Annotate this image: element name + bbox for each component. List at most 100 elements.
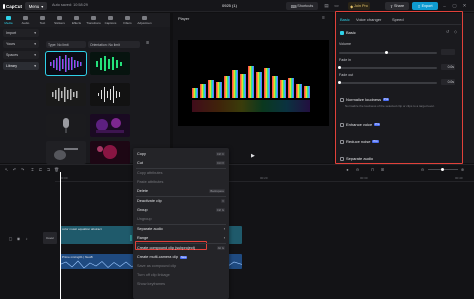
close-icon[interactable]: ✕ bbox=[461, 2, 468, 10]
video-preview[interactable] bbox=[178, 40, 329, 126]
zoom-out-icon[interactable]: ⊖ bbox=[420, 167, 425, 172]
sidebar-item-import[interactable]: Import ▾ bbox=[3, 29, 39, 37]
monitor-icon[interactable]: ▭ bbox=[333, 2, 340, 10]
keyboard-icon: ⌨ bbox=[290, 4, 297, 9]
media-thumb-6[interactable] bbox=[90, 114, 130, 137]
media-thumb-1[interactable] bbox=[45, 51, 87, 76]
upload-icon: ⇧ bbox=[417, 4, 421, 9]
sidebar-item-library[interactable]: Library ▾ bbox=[3, 62, 39, 70]
context-menu-item[interactable]: Copy Ctrl C bbox=[137, 151, 225, 157]
track-lock-icon[interactable]: ▢ bbox=[8, 236, 13, 241]
context-menu-item[interactable]: Deactivate clip V bbox=[137, 198, 225, 204]
cover-label: Cover bbox=[45, 236, 54, 240]
tool-media[interactable]: Media bbox=[0, 13, 17, 27]
context-menu-item-label: Cut bbox=[137, 161, 143, 165]
tool-filters[interactable]: Filters bbox=[119, 13, 136, 27]
context-menu-item[interactable]: Create compound clip (subproject) Alt G bbox=[137, 245, 225, 251]
magnet-icon[interactable]: ⊓ bbox=[370, 167, 375, 172]
tool-label: Effects bbox=[71, 20, 82, 25]
new-badge: New bbox=[180, 255, 188, 259]
menu-divider bbox=[136, 223, 226, 224]
sidebar-item-spaces[interactable]: Spaces ▾ bbox=[3, 51, 39, 59]
context-menu-item[interactable]: Create multi-camera clip New bbox=[137, 254, 225, 260]
chevron-right-icon: › bbox=[223, 227, 225, 231]
tool-stickers[interactable]: Stickers bbox=[51, 13, 68, 27]
tool-audio[interactable]: Audio bbox=[17, 13, 34, 27]
split-right-icon[interactable]: ⊐ bbox=[46, 167, 51, 172]
media-thumb-7[interactable] bbox=[46, 141, 86, 164]
select-tool-icon[interactable]: ↖ bbox=[4, 167, 9, 172]
context-menu-item[interactable]: Range › bbox=[137, 235, 225, 241]
tool-captions[interactable]: Captions bbox=[102, 13, 119, 27]
media-thumb-5[interactable] bbox=[46, 114, 86, 137]
microphone-thumb-icon bbox=[63, 118, 69, 133]
minimize-icon[interactable]: – bbox=[441, 2, 448, 10]
ruler-mark: 00:40 bbox=[455, 176, 463, 180]
context-menu-item: Turn off clip linkage bbox=[137, 272, 225, 278]
context-menu-item[interactable]: Cut Ctrl X bbox=[137, 160, 225, 166]
share-icon: ⇪ bbox=[389, 4, 394, 9]
ruler-mark: 00:00 bbox=[60, 176, 68, 180]
shortcuts-label: Shortcuts bbox=[297, 4, 314, 8]
context-menu-item[interactable]: Group Ctrl G bbox=[137, 207, 225, 213]
context-menu-item-label: Group bbox=[137, 208, 148, 212]
context-menu-item: Show keyframes bbox=[137, 281, 225, 287]
equalizer-preview-graphic bbox=[192, 66, 310, 112]
context-menu-item-label: Save as compound clip bbox=[137, 264, 177, 268]
context-menu-item: Save as compound clip bbox=[137, 263, 225, 269]
zoom-slider-knob[interactable] bbox=[441, 168, 444, 171]
layout-icon[interactable]: ▤ bbox=[323, 2, 330, 10]
context-menu-item-label: Copy bbox=[137, 152, 146, 156]
split-left-icon[interactable]: ⊏ bbox=[38, 167, 43, 172]
track-eye-icon[interactable]: ◉ bbox=[16, 236, 21, 241]
tool-label: Stickers bbox=[54, 20, 65, 25]
sidebar-item-yours[interactable]: Yours ▾ bbox=[3, 40, 39, 48]
context-menu-item[interactable]: Delete Backspace bbox=[137, 188, 225, 194]
context-menu-item[interactable]: Separate audio › bbox=[137, 226, 225, 232]
media-thumb-8[interactable] bbox=[90, 141, 130, 164]
undo-icon[interactable]: ↶ bbox=[12, 167, 17, 172]
green-wave-thumb-icon bbox=[96, 56, 122, 71]
autosave-status: Auto saved: 10:58:29 bbox=[52, 3, 88, 7]
maximize-icon[interactable]: ▢ bbox=[451, 2, 458, 10]
playhead[interactable] bbox=[60, 172, 61, 299]
media-thumb-2[interactable] bbox=[90, 52, 130, 75]
delete-icon[interactable]: 🗑 bbox=[54, 167, 59, 172]
media-thumb-3[interactable] bbox=[46, 83, 86, 106]
context-menu-item: Paste attributes bbox=[137, 179, 225, 185]
share-button[interactable]: ⇪ Share bbox=[385, 2, 409, 10]
redo-icon[interactable]: ↷ bbox=[20, 167, 25, 172]
cover-button[interactable]: Cover bbox=[43, 232, 57, 244]
join-pro-button[interactable]: ◆ Join Pro bbox=[348, 2, 370, 10]
media-thumb-4[interactable] bbox=[90, 83, 130, 106]
split-icon[interactable]: ⌶ bbox=[30, 167, 35, 172]
record-mic-icon[interactable]: ● bbox=[345, 167, 350, 172]
export-button[interactable]: ⇧ Export bbox=[412, 2, 438, 10]
shortcut-key: Alt G bbox=[216, 246, 225, 250]
tool-effects[interactable]: Effects bbox=[68, 13, 85, 27]
more-icon[interactable]: ≡ bbox=[322, 15, 325, 21]
context-menu-item-label: Create compound clip (subproject) bbox=[137, 246, 196, 250]
tool-text[interactable]: Text bbox=[34, 13, 51, 27]
shortcuts-button[interactable]: ⌨ Shortcuts bbox=[286, 2, 318, 10]
chevron-right-icon: › bbox=[223, 236, 225, 240]
orientation-filter-label: Orientation: No limit bbox=[90, 42, 120, 47]
zoom-in-icon[interactable]: ⊕ bbox=[460, 167, 465, 172]
document-title[interactable]: 0925 (1) bbox=[222, 3, 237, 8]
effects-icon bbox=[74, 15, 79, 20]
track-audio-icon[interactable]: ♪ bbox=[24, 236, 29, 241]
link-icon[interactable]: ⊖ bbox=[355, 167, 360, 172]
menu-button[interactable]: Menu ▾ bbox=[25, 2, 47, 10]
media-sidenav: Import ▾ Yours ▾ Spaces ▾ Library ▾ bbox=[3, 29, 39, 73]
preview-axis-icon[interactable]: ⊞ bbox=[380, 167, 385, 172]
shortcut-key: Backspace bbox=[209, 189, 225, 193]
tool-adjustmen[interactable]: Adjustmen bbox=[136, 13, 153, 27]
shortcut-key: Ctrl X bbox=[216, 161, 225, 165]
type-filter[interactable]: Type: No limit bbox=[46, 41, 86, 48]
orientation-filter[interactable]: Orientation: No limit bbox=[88, 41, 140, 48]
play-icon[interactable]: ▶ bbox=[251, 153, 255, 159]
filter-icon[interactable]: ☰ bbox=[146, 41, 149, 45]
export-label: Export bbox=[421, 4, 433, 8]
tool-transitions[interactable]: Transitions bbox=[85, 13, 102, 27]
sidebar-item-label: Library bbox=[6, 64, 17, 68]
